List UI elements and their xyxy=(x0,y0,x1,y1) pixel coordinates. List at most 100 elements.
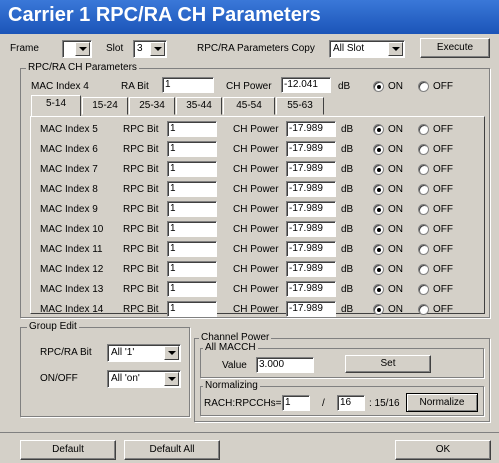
rpc-bit-field[interactable]: 1 xyxy=(167,221,217,237)
mac-index-label: MAC Index 6 xyxy=(40,144,98,155)
off-radio[interactable] xyxy=(418,304,429,315)
tab-25-34[interactable]: 25-34 xyxy=(129,97,175,115)
rpc-bit-field[interactable]: 1 xyxy=(167,241,217,257)
off-label: OFF xyxy=(433,264,453,275)
copy-select[interactable]: All Slot xyxy=(329,40,405,58)
off-radio[interactable] xyxy=(418,264,429,275)
normalize-button[interactable]: Normalize xyxy=(406,393,478,412)
params-group-title: RPC/RA CH Parameters xyxy=(26,62,139,73)
rach-label: RACH:RPCCHs= xyxy=(204,398,282,409)
on-radio[interactable] xyxy=(373,184,384,195)
onoff-select[interactable]: All 'on' xyxy=(107,370,181,388)
db-label: dB xyxy=(341,184,354,195)
on-radio[interactable] xyxy=(373,224,384,235)
on-label: ON xyxy=(388,164,403,175)
value-field[interactable]: 3.000 xyxy=(256,357,314,373)
rach-den-field[interactable]: 16 xyxy=(337,395,365,411)
ch-power-field[interactable]: -17.989 xyxy=(286,181,336,197)
mac-index-label: MAC Index 5 xyxy=(40,124,98,135)
tab-45-54[interactable]: 45-54 xyxy=(223,97,275,115)
copy-label: RPC/RA Parameters Copy xyxy=(197,43,315,54)
slash-label: / xyxy=(322,398,325,409)
mac4-off-radio[interactable] xyxy=(418,81,429,92)
off-radio[interactable] xyxy=(418,164,429,175)
frame-select[interactable] xyxy=(62,40,92,58)
on-radio[interactable] xyxy=(373,264,384,275)
on-label: ON xyxy=(388,224,403,235)
rpc-bit-field[interactable]: 1 xyxy=(167,301,217,317)
rpcra-bit-select[interactable]: All '1' xyxy=(107,344,181,362)
ch-power-field[interactable]: -17.989 xyxy=(286,161,336,177)
ch-power-field[interactable]: -17.989 xyxy=(286,281,336,297)
off-radio[interactable] xyxy=(418,204,429,215)
rpc-bit-field[interactable]: 1 xyxy=(167,141,217,157)
mac4-ch-power-field[interactable]: -12.041 xyxy=(281,77,331,93)
rpc-bit-field[interactable]: 1 xyxy=(167,181,217,197)
db-label: dB xyxy=(338,81,351,92)
off-radio[interactable] xyxy=(418,244,429,255)
rpc-bit-field[interactable]: 1 xyxy=(167,161,217,177)
rach-num-field[interactable]: 1 xyxy=(282,395,310,411)
tab-35-44[interactable]: 35-44 xyxy=(176,97,222,115)
default-all-button[interactable]: Default All xyxy=(124,440,220,460)
ch-power-field[interactable]: -17.989 xyxy=(286,301,336,317)
execute-button[interactable]: Execute xyxy=(420,38,490,58)
mac4-ch-power-label: CH Power xyxy=(226,81,272,92)
ch-power-field[interactable]: -17.989 xyxy=(286,201,336,217)
ch-power-field[interactable]: -17.989 xyxy=(286,261,336,277)
rpc-bit-field[interactable]: 1 xyxy=(167,121,217,137)
on-label: ON xyxy=(388,284,403,295)
on-radio[interactable] xyxy=(373,304,384,315)
ch-power-label: CH Power xyxy=(233,144,279,155)
tab-55-63[interactable]: 55-63 xyxy=(276,97,324,115)
ch-power-label: CH Power xyxy=(233,244,279,255)
rpc-bit-field[interactable]: 1 xyxy=(167,281,217,297)
off-radio[interactable] xyxy=(418,224,429,235)
ch-power-field[interactable]: -17.989 xyxy=(286,221,336,237)
off-radio[interactable] xyxy=(418,124,429,135)
frame-label: Frame xyxy=(10,43,39,54)
group-edit-title: Group Edit xyxy=(27,321,79,332)
db-label: dB xyxy=(341,264,354,275)
on-label: ON xyxy=(388,244,403,255)
ok-button[interactable]: OK xyxy=(395,440,491,460)
on-radio[interactable] xyxy=(373,144,384,155)
ch-power-field[interactable]: -17.989 xyxy=(286,141,336,157)
set-button[interactable]: Set xyxy=(345,355,431,373)
off-radio[interactable] xyxy=(418,184,429,195)
off-radio[interactable] xyxy=(418,144,429,155)
on-radio[interactable] xyxy=(373,244,384,255)
on-radio[interactable] xyxy=(373,284,384,295)
off-label: OFF xyxy=(433,81,453,92)
rpc-bit-field[interactable]: 1 xyxy=(167,201,217,217)
db-label: dB xyxy=(341,204,354,215)
on-radio[interactable] xyxy=(373,204,384,215)
on-radio[interactable] xyxy=(373,164,384,175)
slot-select[interactable]: 3 xyxy=(133,40,167,58)
mac-index-label: MAC Index 12 xyxy=(40,264,104,275)
off-label: OFF xyxy=(433,284,453,295)
ch-power-label: CH Power xyxy=(233,264,279,275)
off-label: OFF xyxy=(433,124,453,135)
tab-15-24[interactable]: 15-24 xyxy=(82,97,128,115)
mac4-on-radio[interactable] xyxy=(373,81,384,92)
ch-power-field[interactable]: -17.989 xyxy=(286,241,336,257)
off-label: OFF xyxy=(433,244,453,255)
window-title: Carrier 1 RPC/RA CH Parameters xyxy=(8,4,321,26)
rpc-bit-field[interactable]: 1 xyxy=(167,261,217,277)
off-radio[interactable] xyxy=(418,284,429,295)
ra-bit-field[interactable]: 1 xyxy=(162,77,214,93)
rpc-bit-label: RPC Bit xyxy=(123,304,159,315)
default-button[interactable]: Default xyxy=(20,440,116,460)
on-label: ON xyxy=(388,264,403,275)
chevron-down-icon xyxy=(150,42,165,56)
chevron-down-icon xyxy=(164,346,179,360)
tab-5-14[interactable]: 5-14 xyxy=(31,95,81,117)
rpc-bit-label: RPC Bit xyxy=(123,124,159,135)
mac-index-label: MAC Index 9 xyxy=(40,204,98,215)
on-radio[interactable] xyxy=(373,124,384,135)
ch-power-field[interactable]: -17.989 xyxy=(286,121,336,137)
on-label: ON xyxy=(388,304,403,315)
off-label: OFF xyxy=(433,144,453,155)
mac-index-label: MAC Index 13 xyxy=(40,284,104,295)
